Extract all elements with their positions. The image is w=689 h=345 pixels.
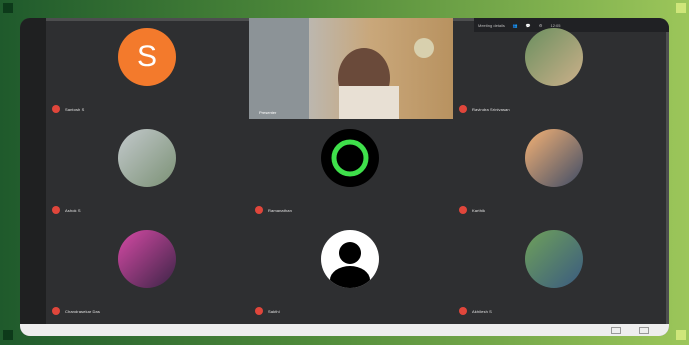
participant-name: Ashok S (65, 207, 81, 213)
participant-tile[interactable]: Ashok S (46, 119, 248, 220)
participant-name: Ravindra Srinivasan (472, 106, 510, 112)
avatar-photo (525, 230, 583, 288)
mic-off-icon (52, 307, 60, 315)
avatar-photo (118, 129, 176, 187)
mic-off-icon (459, 105, 467, 113)
ring-graphic (331, 139, 369, 177)
frame-dot (3, 3, 13, 13)
avatar-photo (525, 28, 583, 86)
presenter-name: Presenter (259, 110, 277, 115)
mic-off-icon (52, 206, 60, 214)
participant-name: Chandrasekar Das (65, 308, 100, 314)
mic-off-icon (52, 105, 60, 113)
participant-name: Akhilesh S (472, 308, 492, 314)
video-call-screen: Meeting details 👥 💬 ⚙ 12:05 S Santosh S … (20, 18, 669, 336)
mic-off-icon (255, 307, 263, 315)
mic-off-icon (459, 206, 467, 214)
presenter-video-frame (249, 18, 434, 119)
participant-tile[interactable]: Ramanathan (249, 119, 451, 220)
frame-dot (3, 330, 13, 340)
avatar-ring-icon (321, 129, 379, 187)
captions-icon[interactable] (611, 326, 621, 334)
avatar-photo (118, 230, 176, 288)
fullscreen-icon[interactable] (639, 326, 649, 334)
presenter-video[interactable]: Presenter (249, 18, 453, 119)
participant-tile[interactable]: Chandrasekar Das (46, 220, 248, 321)
participant-name: Karthik (472, 207, 486, 213)
participant-tile[interactable]: Karthik (453, 119, 655, 220)
frame-dot (676, 330, 686, 340)
mic-off-icon (459, 307, 467, 315)
silhouette-icon (330, 242, 370, 288)
participant-tile[interactable]: Akhilesh S (453, 220, 655, 321)
bottom-controls (20, 324, 669, 336)
frame-dot (676, 3, 686, 13)
avatar-letter: S (118, 28, 176, 86)
mic-off-icon (255, 206, 263, 214)
participant-tile[interactable]: S Santosh S (46, 18, 248, 119)
participant-tile[interactable]: Ravindra Srinivasan (453, 18, 655, 119)
avatar-silhouette (321, 230, 379, 288)
participant-name: Ramanathan (268, 207, 292, 213)
left-strip (20, 18, 46, 336)
avatar-photo (525, 129, 583, 187)
participant-tile[interactable]: Sakthi (249, 220, 451, 321)
participant-name: Sakthi (268, 308, 280, 314)
participant-name: Santosh S (65, 106, 85, 112)
